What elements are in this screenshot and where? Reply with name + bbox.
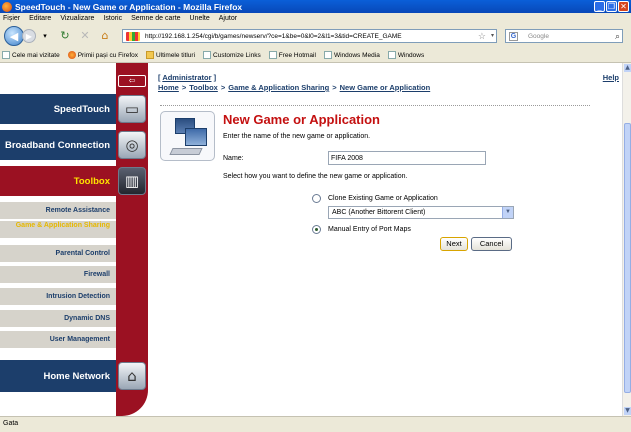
sidebar-item-home-network[interactable]: Home Network [0, 360, 116, 392]
history-dropdown-icon[interactable]: ▾ [38, 29, 52, 43]
maximize-icon[interactable]: ❐ [606, 1, 617, 12]
bookmarks-toolbar: Cele mai vizitate Primii pași cu Firefox… [0, 48, 631, 63]
forward-arrow-icon[interactable]: ▶ [22, 29, 36, 43]
sidebar-sub-remote-assistance[interactable]: Remote Assistance [0, 202, 116, 220]
breadcrumb: Home > Toolbox > Game & Application Shar… [158, 83, 430, 92]
bookmark-free-hotmail[interactable]: Free Hotmail [268, 51, 316, 59]
sidebar-sub-intrusion-detection[interactable]: Intrusion Detection [0, 288, 116, 306]
clone-radio[interactable] [312, 194, 321, 203]
window-controls: _ ❐ ✕ [594, 1, 629, 12]
globe-icon[interactable]: ◎ [118, 131, 146, 159]
bookmark-windows[interactable]: Windows [387, 51, 424, 59]
manual-radio-label[interactable]: Manual Entry of Port Maps [328, 226, 411, 233]
menu-help[interactable]: Ajutor [219, 15, 237, 22]
home-icon[interactable]: ⌂ [98, 29, 112, 43]
sidebar-sub-game-sharing[interactable]: Game & Application Sharing [0, 221, 116, 239]
chevron-down-icon[interactable]: ▼ [502, 207, 513, 218]
page-title: New Game or Application [223, 112, 380, 127]
manual-radio[interactable] [312, 225, 321, 234]
crumb-separator: > [181, 83, 187, 92]
clone-selected-value: ABC (Another Bittorent Client) [332, 209, 426, 216]
clone-radio-label[interactable]: Clone Existing Game or Application [328, 195, 438, 202]
router-icon[interactable]: ▭ [118, 95, 146, 123]
page-icon [2, 51, 10, 59]
bookmark-latest-headlines[interactable]: Ultimele titluri [146, 51, 195, 59]
url-text: http://192.168.1.254/cgi/b/games/newserv… [145, 32, 402, 40]
bookmark-windows-media[interactable]: Windows Media [323, 51, 380, 59]
admin-link[interactable]: Administrator [162, 73, 211, 82]
crumb-new-game[interactable]: New Game or Application [340, 83, 431, 92]
admin-line: [ Administrator ] [158, 73, 217, 82]
sidebar-item-speedtouch[interactable]: SpeedTouch [0, 94, 116, 124]
scroll-up-icon[interactable]: ▲ [624, 64, 631, 72]
crumb-separator: > [220, 83, 226, 92]
divider [160, 105, 590, 106]
google-engine-icon[interactable]: G [509, 32, 518, 41]
menu-edit[interactable]: Editare [29, 15, 51, 22]
bookmark-most-visited[interactable]: Cele mai vizitate [2, 51, 60, 59]
status-bar: Gata [0, 416, 631, 432]
menu-tools[interactable]: Unelte [190, 15, 210, 22]
navigation-toolbar: ◀ ▶ ▾ ↻ ✕ ⌂ http://192.168.1.254/cgi/b/g… [0, 24, 631, 48]
menu-bar: Fișier Editare Vizualizare Istoric Semne… [0, 13, 631, 24]
sidebar-item-broadband[interactable]: Broadband Connection [0, 130, 116, 160]
toolbox-icon[interactable]: ▥ [118, 167, 146, 195]
main-content: [ Administrator ] Help Home > Toolbox > … [158, 63, 620, 416]
search-placeholder: Google [528, 32, 549, 40]
back-arrow-icon[interactable]: ⇦ [118, 75, 146, 87]
cancel-button[interactable]: Cancel [471, 237, 512, 251]
menu-file[interactable]: Fișier [3, 15, 20, 22]
menu-bookmarks[interactable]: Semne de carte [131, 15, 180, 22]
close-icon[interactable]: ✕ [618, 1, 629, 12]
page-icon [203, 51, 212, 59]
crumb-game-sharing[interactable]: Game & Application Sharing [228, 83, 329, 92]
bookmark-getting-started[interactable]: Primii pași cu Firefox [67, 51, 138, 59]
stop-icon[interactable]: ✕ [78, 29, 92, 43]
sidebar-sub-user-management[interactable]: User Management [0, 331, 116, 349]
search-icon[interactable]: ⌕ [615, 31, 620, 42]
bookmark-star-icon[interactable]: ☆ [478, 31, 486, 42]
site-favicon-icon [126, 32, 140, 41]
window-titlebar: SpeedTouch - New Game or Application - M… [0, 0, 631, 13]
firefox-logo-icon [2, 1, 12, 12]
scroll-down-icon[interactable]: ▼ [624, 407, 631, 415]
menu-view[interactable]: Vizualizare [60, 15, 94, 22]
search-box[interactable]: G Google ⌕ [505, 29, 623, 43]
computers-icon [160, 111, 215, 161]
rss-folder-icon [146, 51, 155, 59]
back-arrow-icon[interactable]: ◀ [4, 26, 24, 46]
reload-icon[interactable]: ↻ [58, 29, 72, 43]
router-sidebar: ⇦ SpeedTouch ▭ Broadband Connection ◎ To… [0, 63, 148, 416]
sidebar-sub-parental-control[interactable]: Parental Control [0, 245, 116, 263]
bookmark-customize-links[interactable]: Customize Links [203, 51, 261, 59]
minimize-icon[interactable]: _ [594, 1, 605, 12]
crumb-home[interactable]: Home [158, 83, 179, 92]
vertical-scrollbar[interactable]: ▲ ▼ [622, 63, 631, 416]
crumb-toolbox[interactable]: Toolbox [189, 83, 218, 92]
help-link[interactable]: Help [603, 73, 619, 82]
status-text: Gata [3, 420, 19, 427]
select-method-text: Select how you want to define the new ga… [223, 173, 408, 180]
home-network-icon[interactable]: ⌂ [118, 362, 146, 390]
firefox-icon [67, 51, 76, 59]
page-icon [268, 51, 277, 59]
page-icon [323, 51, 332, 59]
sidebar-sub-dynamic-dns[interactable]: Dynamic DNS [0, 310, 116, 328]
name-input[interactable] [328, 151, 486, 165]
page-viewport: ⇦ SpeedTouch ▭ Broadband Connection ◎ To… [0, 63, 622, 416]
intro-text: Enter the name of the new game or applic… [223, 133, 371, 140]
address-bar[interactable]: http://192.168.1.254/cgi/b/games/newserv… [122, 29, 497, 43]
next-button[interactable]: Next [440, 237, 468, 251]
clone-game-select[interactable]: ABC (Another Bittorent Client) ▼ [328, 206, 514, 219]
menu-history[interactable]: Istoric [103, 15, 122, 22]
url-dropdown-icon[interactable]: ▾ [491, 32, 494, 39]
scroll-thumb[interactable] [624, 123, 631, 393]
sidebar-item-toolbox[interactable]: Toolbox [0, 166, 116, 196]
name-label: Name: [223, 155, 244, 162]
window-title: SpeedTouch - New Game or Application - M… [15, 1, 243, 12]
page-icon [387, 51, 396, 59]
sidebar-sub-firewall[interactable]: Firewall [0, 266, 116, 284]
crumb-separator: > [332, 83, 337, 92]
